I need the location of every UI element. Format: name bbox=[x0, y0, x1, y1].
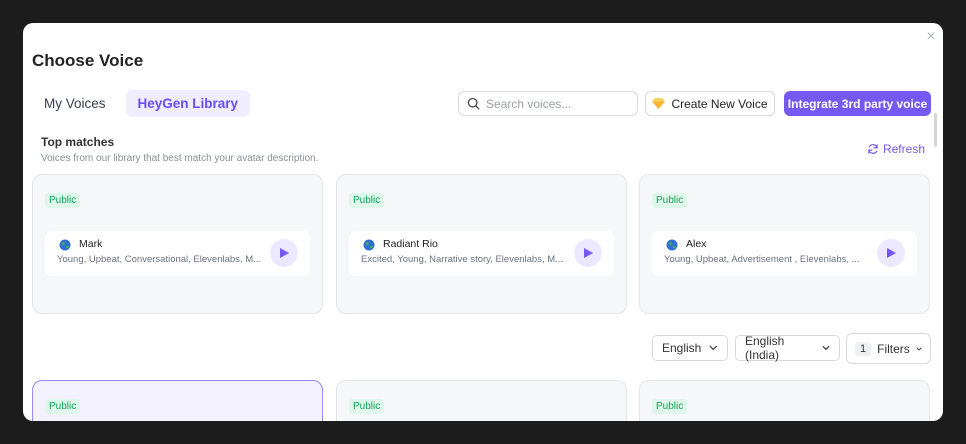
library-voice-card[interactable]: Public bbox=[336, 380, 627, 421]
voice-name: Mark bbox=[79, 238, 103, 250]
filters-button[interactable]: 1 Filters bbox=[846, 333, 931, 364]
voice-description: Young, Upbeat, Conversational, Elevenlab… bbox=[57, 254, 262, 265]
chevron-down-icon bbox=[822, 345, 830, 351]
voice-description: Young, Upbeat, Advertisement , Elevenlab… bbox=[664, 254, 860, 265]
create-new-voice-button[interactable]: Create New Voice bbox=[645, 91, 775, 116]
top-matches-title: Top matches bbox=[41, 135, 115, 149]
play-button[interactable] bbox=[574, 239, 602, 267]
library-voice-card[interactable]: Public bbox=[639, 380, 930, 421]
play-icon bbox=[279, 248, 289, 258]
voice-card-radiant-rio[interactable]: Public Radiant Rio Excited, Young, Narra… bbox=[336, 174, 627, 314]
scrollbar[interactable] bbox=[934, 113, 937, 147]
public-badge: Public bbox=[652, 399, 688, 414]
voice-card-mark[interactable]: Public Mark Young, Upbeat, Conversationa… bbox=[32, 174, 323, 314]
public-badge: Public bbox=[349, 399, 385, 414]
top-matches-subtitle: Voices from our library that best match … bbox=[41, 153, 319, 164]
voice-name: Alex bbox=[686, 238, 707, 250]
voice-card-alex[interactable]: Public Alex Young, Upbeat, Advertisement… bbox=[639, 174, 930, 314]
globe-icon bbox=[666, 239, 678, 251]
tab-heygen-library[interactable]: HeyGen Library bbox=[125, 90, 251, 117]
chevron-down-icon bbox=[709, 345, 718, 351]
chevron-down-icon bbox=[916, 346, 922, 351]
search-box[interactable] bbox=[458, 91, 638, 116]
play-icon bbox=[583, 248, 593, 258]
globe-icon bbox=[363, 239, 375, 251]
choose-voice-modal: × Choose Voice My Voices HeyGen Library … bbox=[23, 23, 943, 421]
refresh-icon bbox=[868, 144, 878, 154]
language-select[interactable]: English bbox=[652, 335, 728, 361]
refresh-label: Refresh bbox=[882, 142, 925, 156]
create-new-voice-label: Create New Voice bbox=[671, 96, 768, 111]
accent-select[interactable]: English (India) bbox=[735, 334, 840, 362]
public-badge: Public bbox=[652, 193, 688, 208]
play-button[interactable] bbox=[270, 239, 298, 267]
search-icon bbox=[467, 97, 480, 110]
voice-item[interactable]: Alex Young, Upbeat, Advertisement , Elev… bbox=[652, 231, 917, 276]
tab-my-voices[interactable]: My Voices bbox=[32, 90, 118, 117]
public-badge: Public bbox=[349, 193, 385, 208]
globe-icon bbox=[59, 239, 71, 251]
filters-label: Filters bbox=[877, 341, 910, 356]
refresh-button[interactable]: Refresh bbox=[867, 142, 925, 156]
public-badge: Public bbox=[45, 193, 81, 208]
filter-count-badge: 1 bbox=[855, 341, 872, 356]
voice-item[interactable]: Mark Young, Upbeat, Conversational, Elev… bbox=[45, 231, 310, 276]
library-voice-card[interactable]: Public bbox=[32, 380, 323, 421]
close-icon[interactable]: × bbox=[922, 28, 940, 46]
voice-name: Radiant Rio bbox=[383, 238, 438, 250]
voice-item[interactable]: Radiant Rio Excited, Young, Narrative st… bbox=[349, 231, 614, 276]
public-badge: Public bbox=[45, 399, 81, 414]
integrate-third-party-button[interactable]: Integrate 3rd party voice bbox=[784, 91, 931, 116]
play-icon bbox=[886, 248, 896, 258]
language-select-value: English bbox=[662, 341, 702, 355]
play-button[interactable] bbox=[877, 239, 905, 267]
accent-select-value: English (India) bbox=[745, 334, 785, 362]
tab-bar: My Voices HeyGen Library bbox=[32, 90, 251, 117]
search-input[interactable] bbox=[486, 96, 626, 111]
modal-title: Choose Voice bbox=[32, 51, 144, 70]
voice-description: Excited, Young, Narrative story, Elevenl… bbox=[361, 254, 564, 265]
diamond-icon bbox=[652, 98, 666, 109]
